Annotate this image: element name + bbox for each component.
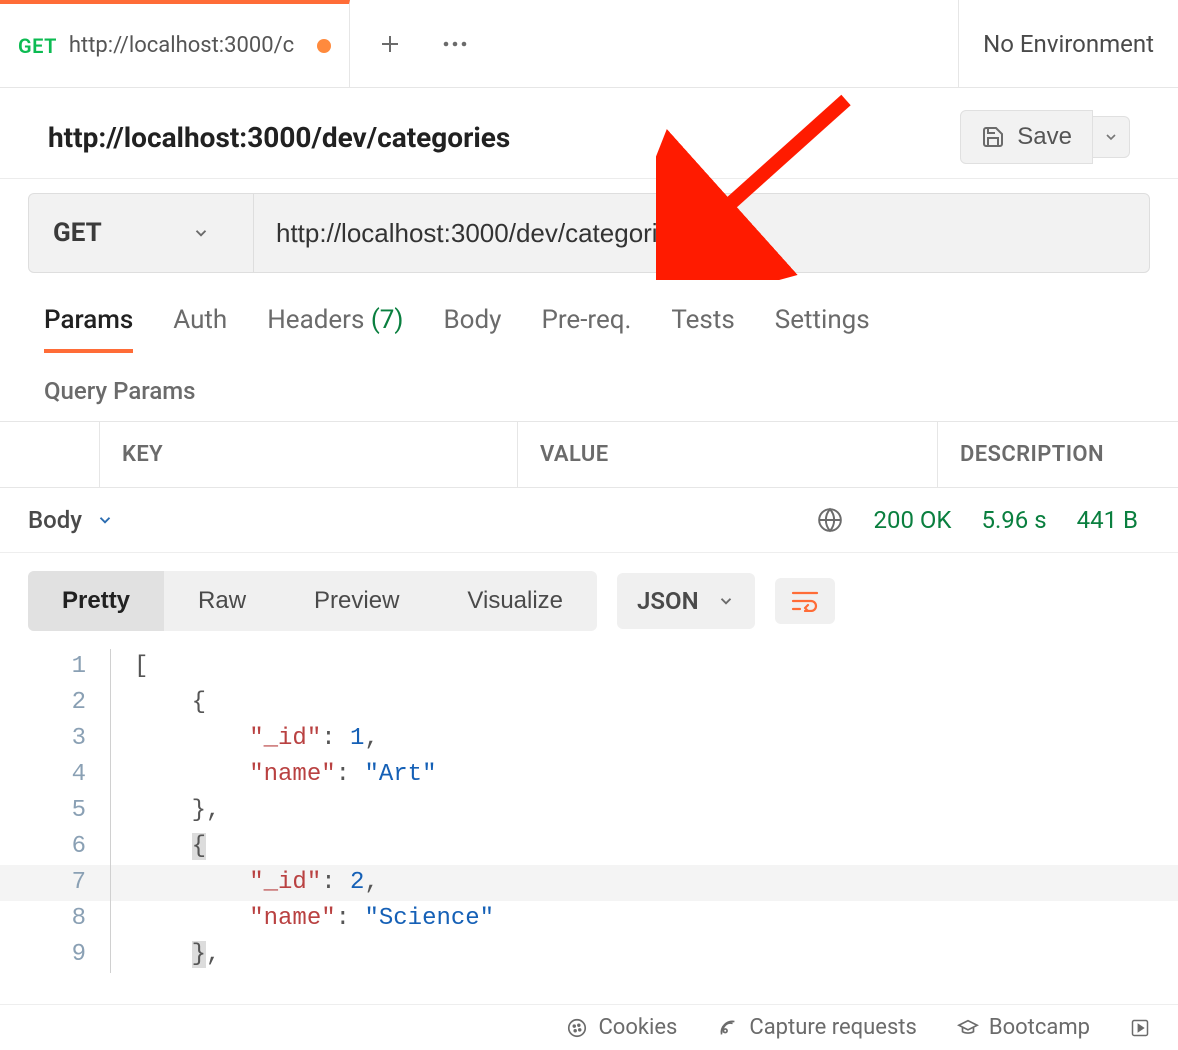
query-params-header: KEY VALUE DESCRIPTION	[0, 421, 1178, 488]
response-format-label: JSON	[637, 587, 699, 615]
url-input[interactable]	[254, 194, 1149, 272]
unsaved-indicator-icon	[317, 39, 331, 53]
column-description: DESCRIPTION	[938, 422, 1178, 487]
tab-auth[interactable]: Auth	[173, 305, 227, 353]
wrap-lines-button[interactable]	[775, 578, 835, 624]
response-format-select[interactable]: JSON	[617, 573, 755, 629]
tab-bar: GET http://localhost:3000/c No Environme…	[0, 0, 1178, 88]
tab-body[interactable]: Body	[443, 305, 501, 353]
http-method-select[interactable]: GET	[29, 194, 254, 272]
url-bar: GET	[28, 193, 1150, 273]
request-subtabs: Params Auth Headers (7) Body Pre-req. Te…	[0, 273, 1178, 353]
request-tab[interactable]: GET http://localhost:3000/c	[0, 0, 350, 87]
cookie-icon	[566, 1017, 588, 1039]
request-title[interactable]: http://localhost:3000/dev/categories	[48, 121, 510, 154]
footer-capture-requests[interactable]: Capture requests	[717, 1015, 916, 1040]
chevron-down-icon	[96, 511, 114, 529]
tab-settings[interactable]: Settings	[775, 305, 870, 353]
response-status-bar: Body 200 OK 5.96 s 441 B	[0, 488, 1178, 553]
query-params-label: Query Params	[0, 353, 1178, 421]
response-body-tab[interactable]: Body	[28, 506, 114, 534]
graduation-cap-icon	[957, 1017, 979, 1039]
tab-tests[interactable]: Tests	[671, 305, 734, 353]
tab-method: GET	[18, 34, 57, 58]
footer-bootcamp[interactable]: Bootcamp	[957, 1015, 1090, 1040]
chevron-down-icon	[717, 592, 735, 610]
request-title-row: http://localhost:3000/dev/categories Sav…	[0, 88, 1178, 178]
http-method-label: GET	[53, 218, 102, 248]
more-tabs-icon[interactable]	[442, 40, 468, 48]
tab-params[interactable]: Params	[44, 305, 133, 353]
wrap-icon	[791, 590, 819, 612]
column-key: KEY	[100, 422, 518, 487]
response-view-segmented: Pretty Raw Preview Visualize	[28, 571, 597, 631]
view-visualize[interactable]: Visualize	[433, 571, 597, 631]
tab-headers[interactable]: Headers (7)	[267, 305, 403, 353]
view-preview[interactable]: Preview	[280, 571, 433, 631]
column-value: VALUE	[518, 422, 938, 487]
tab-prereq[interactable]: Pre-req.	[541, 305, 631, 353]
save-dropdown-button[interactable]	[1093, 116, 1130, 158]
play-outline-icon	[1130, 1018, 1150, 1038]
save-button[interactable]: Save	[960, 110, 1093, 164]
network-icon[interactable]	[817, 507, 843, 533]
footer-cookies[interactable]: Cookies	[566, 1015, 677, 1040]
environment-selector[interactable]: No Environment	[958, 0, 1178, 87]
response-status-code: 200 OK	[873, 506, 951, 534]
new-tab-button[interactable]	[378, 32, 402, 56]
status-bar: Cookies Capture requests Bootcamp	[0, 1004, 1178, 1050]
chevron-down-icon	[192, 224, 210, 242]
response-time: 5.96 s	[981, 506, 1046, 534]
save-button-label: Save	[1017, 123, 1072, 151]
response-size: 441 B	[1077, 506, 1138, 534]
environment-label: No Environment	[983, 30, 1154, 58]
response-toolbar: Pretty Raw Preview Visualize JSON	[0, 553, 1178, 649]
footer-runner[interactable]	[1130, 1015, 1150, 1040]
view-pretty[interactable]: Pretty	[28, 571, 164, 631]
response-body-viewer[interactable]: 1[2 {3 "_id": 1,4 "name": "Art"5 },6 {7 …	[0, 649, 1178, 973]
view-raw[interactable]: Raw	[164, 571, 280, 631]
tab-title: http://localhost:3000/c	[69, 33, 305, 58]
satellite-icon	[717, 1017, 739, 1039]
